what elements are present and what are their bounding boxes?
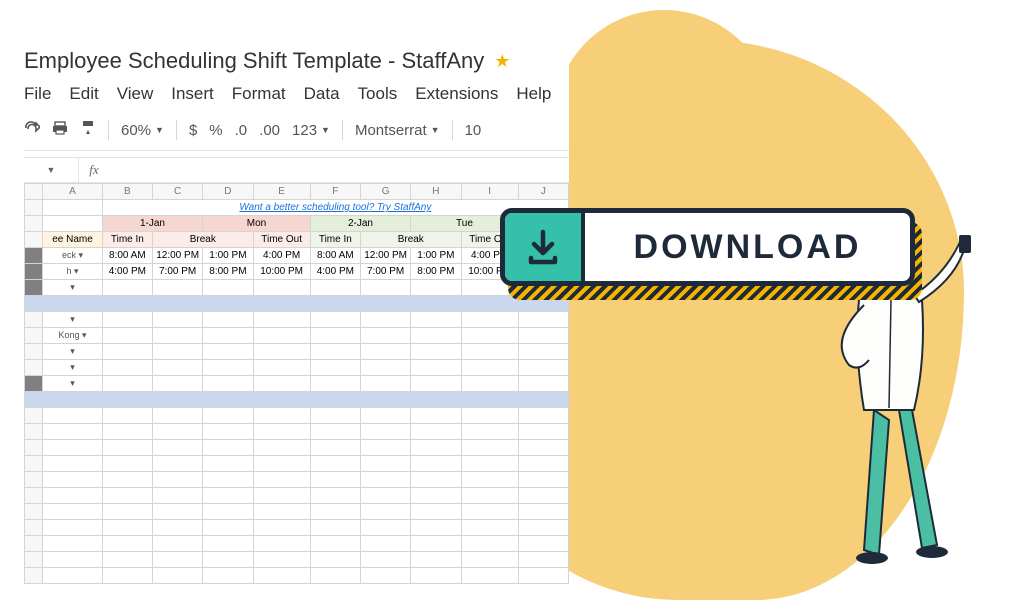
table-row[interactable] bbox=[25, 488, 569, 504]
menu-data[interactable]: Data bbox=[304, 84, 340, 104]
chevron-down-icon: ▼ bbox=[431, 125, 440, 135]
font-dropdown[interactable]: Montserrat ▼ bbox=[355, 122, 440, 139]
table-row[interactable] bbox=[25, 296, 569, 312]
menu-tools[interactable]: Tools bbox=[358, 84, 398, 104]
table-row[interactable] bbox=[25, 504, 569, 520]
document-title[interactable]: Employee Scheduling Shift Template - Sta… bbox=[24, 48, 484, 74]
menu-edit[interactable]: Edit bbox=[69, 84, 98, 104]
table-row[interactable] bbox=[25, 568, 569, 584]
table-row[interactable] bbox=[25, 440, 569, 456]
table-row[interactable]: ▾ bbox=[25, 344, 569, 360]
download-button[interactable]: DOWNLOAD bbox=[500, 208, 920, 290]
spreadsheet-grid[interactable]: A B C D E F G H I J Want a better schedu… bbox=[24, 183, 569, 584]
table-row[interactable] bbox=[25, 552, 569, 568]
print-icon[interactable] bbox=[52, 121, 68, 139]
font-name: Montserrat bbox=[355, 122, 427, 139]
paint-format-icon[interactable] bbox=[80, 120, 96, 140]
menu-insert[interactable]: Insert bbox=[171, 84, 214, 104]
table-row[interactable] bbox=[25, 472, 569, 488]
name-box[interactable]: ▼ bbox=[24, 158, 79, 182]
column-headers: A B C D E F G H I J bbox=[25, 184, 569, 200]
zoom-dropdown[interactable]: 60% ▼ bbox=[121, 122, 164, 139]
table-row[interactable] bbox=[25, 456, 569, 472]
decrease-decimal-icon[interactable]: .0 bbox=[235, 122, 248, 139]
currency-icon[interactable]: $ bbox=[189, 122, 197, 139]
table-row[interactable] bbox=[25, 520, 569, 536]
table-row[interactable] bbox=[25, 424, 569, 440]
table-row[interactable]: ▾ bbox=[25, 376, 569, 392]
zoom-value: 60% bbox=[121, 122, 151, 139]
download-icon bbox=[505, 213, 585, 281]
table-row[interactable]: h ▾ 4:00 PM 7:00 PM 8:00 PM 10:00 PM 4:0… bbox=[25, 264, 569, 280]
table-row[interactable]: ▾ bbox=[25, 360, 569, 376]
download-label: DOWNLOAD bbox=[585, 213, 910, 281]
table-row[interactable] bbox=[25, 408, 569, 424]
star-icon[interactable]: ★ bbox=[494, 51, 510, 72]
percent-icon[interactable]: % bbox=[209, 122, 222, 139]
promo-link[interactable]: Want a better scheduling tool? Try Staff… bbox=[102, 200, 568, 216]
menu-format[interactable]: Format bbox=[232, 84, 286, 104]
date-header-row[interactable]: 1-Jan Mon 2-Jan Tue 3-Jan bbox=[25, 216, 569, 232]
menu-file[interactable]: File bbox=[24, 84, 51, 104]
font-size[interactable]: 10 bbox=[465, 122, 482, 139]
table-row[interactable] bbox=[25, 392, 569, 408]
table-row[interactable]: ▾ bbox=[25, 312, 569, 328]
table-row[interactable]: eck ▾ 8:00 AM 12:00 PM 1:00 PM 4:00 PM 8… bbox=[25, 248, 569, 264]
formula-bar: ▼ fx bbox=[24, 157, 569, 183]
sub-header-row[interactable]: ee Name Time In Break Time Out Time In B… bbox=[25, 232, 569, 248]
menu-view[interactable]: View bbox=[117, 84, 154, 104]
menu-extensions[interactable]: Extensions bbox=[415, 84, 498, 104]
menu-help[interactable]: Help bbox=[516, 84, 551, 104]
table-row[interactable]: ▾ bbox=[25, 280, 569, 296]
table-row[interactable] bbox=[25, 536, 569, 552]
increase-decimal-icon[interactable]: .00 bbox=[259, 122, 280, 139]
table-row[interactable]: Kong ▾ bbox=[25, 328, 569, 344]
table-row[interactable]: Want a better scheduling tool? Try Staff… bbox=[25, 200, 569, 216]
spreadsheet-panel: Employee Scheduling Shift Template - Sta… bbox=[24, 48, 569, 584]
redo-icon[interactable] bbox=[24, 121, 40, 139]
menu-bar: File Edit View Insert Format Data Tools … bbox=[24, 84, 569, 104]
chevron-down-icon: ▼ bbox=[47, 165, 56, 175]
format-dropdown[interactable]: 123 ▼ bbox=[292, 122, 330, 139]
toolbar: 60% ▼ $ % .0 .00 123 ▼ Montserrat ▼ 10 bbox=[24, 120, 569, 151]
chevron-down-icon: ▼ bbox=[155, 125, 164, 135]
fx-icon: fx bbox=[79, 162, 109, 178]
